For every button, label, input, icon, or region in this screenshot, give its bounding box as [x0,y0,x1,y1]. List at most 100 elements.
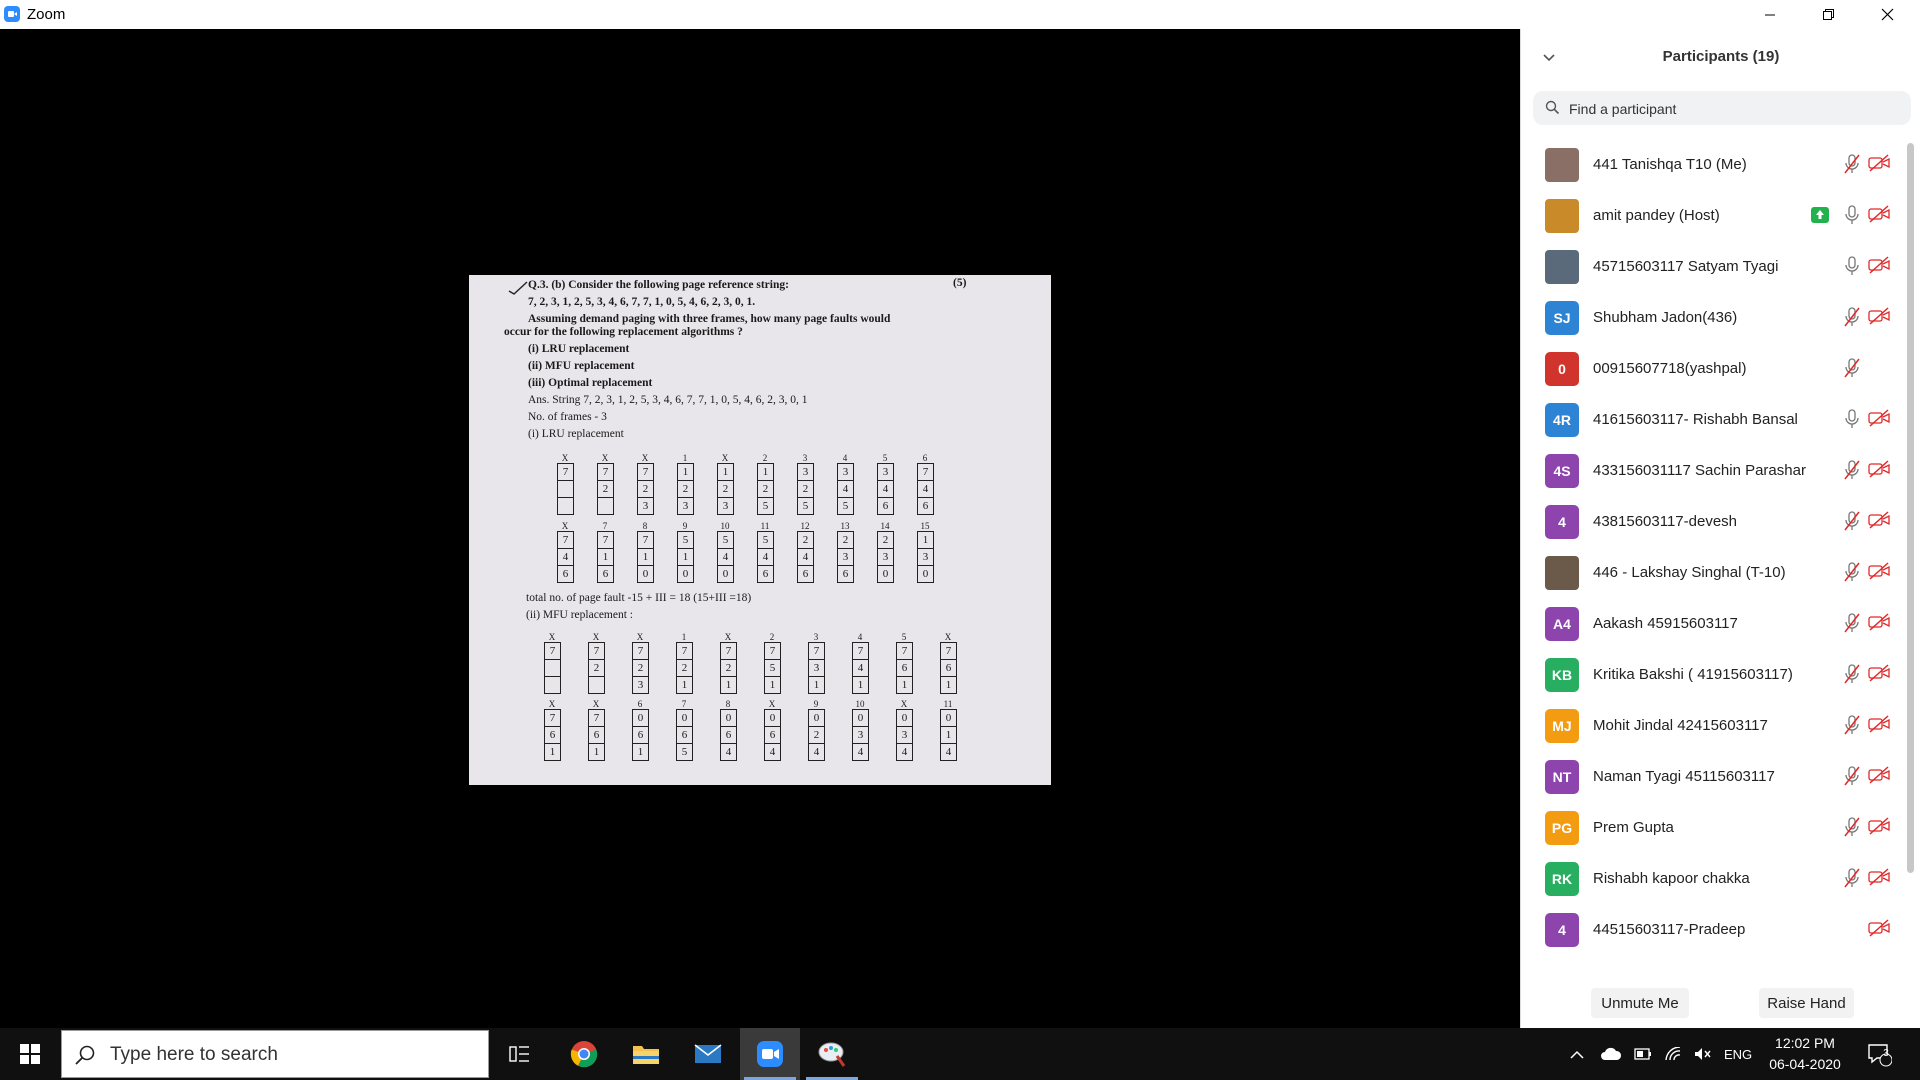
lru-heading: (i) LRU replacement [528,428,624,440]
frame-cell: 4 [838,481,853,498]
frame-cell: 5 [681,746,688,758]
frame-cell: 7 [918,464,933,481]
avatar: MJ [1545,709,1579,743]
question-marks: (5) [953,277,967,289]
onedrive-icon[interactable] [1600,1047,1622,1061]
frame-cell: 1 [637,746,644,758]
unmute-me-button[interactable]: Unmute Me [1591,988,1689,1018]
chevron-up-icon[interactable] [1570,1050,1584,1059]
participant-search-input[interactable] [1567,91,1901,127]
avatar: KB [1545,658,1579,692]
participants-title: Participants (19) [1662,48,1780,65]
frame-label: X [944,632,952,642]
participant-row[interactable]: 441 Tanishqa T10 (Me) [1521,140,1905,191]
frame-cell: 3 [682,500,689,512]
mic-muted-icon[interactable] [1844,154,1860,179]
participant-row[interactable]: MJ Mohit Jindal 42415603117 [1521,701,1905,752]
frame-cell: 6 [765,727,780,744]
frame-cell: 7 [721,643,736,660]
mic-muted-icon[interactable] [1844,613,1860,638]
participant-row[interactable]: 446 - Lakshay Singhal (T-10) [1521,548,1905,599]
participant-row[interactable]: 45715603117 Satyam Tyagi [1521,242,1905,293]
task-view-button[interactable] [490,1028,550,1080]
mic-muted-icon[interactable] [1844,307,1860,332]
taskbar-paint[interactable] [802,1028,862,1080]
participant-row[interactable]: NT Naman Tyagi 45115603117 [1521,752,1905,803]
participant-row[interactable]: RK Rishabh kapoor chakka [1521,854,1905,905]
start-button[interactable] [0,1028,60,1080]
taskbar-mail[interactable] [678,1028,738,1080]
frame-column: 12 3 [677,463,694,515]
taskbar-chrome[interactable] [554,1028,614,1080]
frame-cell: 0 [809,710,824,727]
frame-cell: 4 [857,746,864,758]
participant-row[interactable]: 4 43815603117-devesh [1521,497,1905,548]
wifi-icon[interactable] [1664,1047,1682,1061]
participant-row[interactable]: SJ Shubham Jadon(436) [1521,293,1905,344]
avatar [1545,250,1579,284]
frame-column: 7 [557,463,574,515]
mic-muted-icon[interactable] [1844,664,1860,689]
frame-cell: 2 [798,532,813,549]
taskbar-file-explorer[interactable] [616,1028,676,1080]
mic-icon[interactable] [1844,205,1860,230]
taskbar-search[interactable]: Type here to search [61,1030,489,1078]
frame-column: 74 6 [917,463,934,515]
frame-cell: 4 [558,549,573,566]
frame-cell: 5 [718,532,733,549]
video-off-icon [1868,613,1890,636]
frame-cell: 0 [853,710,868,727]
participant-row[interactable]: 4S 433156031117 Sachin Parashar [1521,446,1905,497]
window-title: Zoom [27,6,66,23]
close-button[interactable] [1858,0,1916,29]
mic-muted-icon[interactable] [1844,868,1860,893]
frame-cell: 1 [769,679,776,691]
mic-muted-icon[interactable] [1844,358,1860,383]
taskbar-zoom[interactable] [740,1028,800,1080]
taskbar-clock[interactable]: 12:02 PM 06-04-2020 [1760,1033,1850,1075]
participant-row[interactable]: PG Prem Gupta [1521,803,1905,854]
frame-cell: 2 [678,481,693,498]
frame-cell: 4 [878,481,893,498]
frame-cell: 3 [642,500,649,512]
mic-muted-icon[interactable] [1844,460,1860,485]
frame-column: 12 5 [757,463,774,515]
input-language[interactable]: ENG [1724,1047,1752,1062]
frame-column: 73 1 [808,642,825,694]
clock-time: 12:02 PM [1775,1035,1835,1051]
participant-row[interactable]: 0 00915607718(yashpal) [1521,344,1905,395]
participant-list-scrollbar[interactable] [1907,137,1914,957]
participant-row[interactable]: A4 Aakash 45915603117 [1521,599,1905,650]
scrollbar-thumb[interactable] [1907,143,1914,873]
participant-row[interactable]: 4R 41615603117- Rishabh Bansal [1521,395,1905,446]
participants-header: Participants (19) [1521,29,1920,85]
screen-share-icon [1811,207,1829,223]
participant-name: Kritika Bakshi ( 41915603117) [1593,666,1793,683]
mic-muted-icon[interactable] [1844,562,1860,587]
participant-name: amit pandey (Host) [1593,207,1720,224]
frame-cell: 5 [802,500,809,512]
volume-muted-icon[interactable] [1694,1047,1712,1061]
battery-icon[interactable] [1634,1048,1652,1060]
raise-hand-button[interactable]: Raise Hand [1759,988,1854,1018]
mic-muted-icon[interactable] [1844,766,1860,791]
mic-icon[interactable] [1844,409,1860,434]
mic-icon[interactable] [1844,256,1860,281]
restore-button[interactable] [1799,0,1857,29]
participant-row[interactable]: KB Kritika Bakshi ( 41915603117) [1521,650,1905,701]
frame-cell: 4 [853,660,868,677]
notifications-button[interactable]: 3 [1866,1028,1892,1080]
windows-logo-icon [20,1044,40,1064]
participant-row[interactable]: amit pandey (Host) [1521,191,1905,242]
mic-muted-icon[interactable] [1844,817,1860,842]
frame-cell: 7 [638,464,653,481]
frame-cell: 2 [598,481,613,498]
search-icon [75,1045,95,1065]
participant-search[interactable] [1533,91,1911,127]
mic-muted-icon[interactable] [1844,511,1860,536]
mic-muted-icon[interactable] [1844,715,1860,740]
minimize-button[interactable] [1741,0,1799,29]
participant-row[interactable]: 4 44515603117-Pradeep [1521,905,1905,956]
notification-count: 3 [1883,1048,1889,1059]
frame-column: 71 0 [637,531,654,583]
